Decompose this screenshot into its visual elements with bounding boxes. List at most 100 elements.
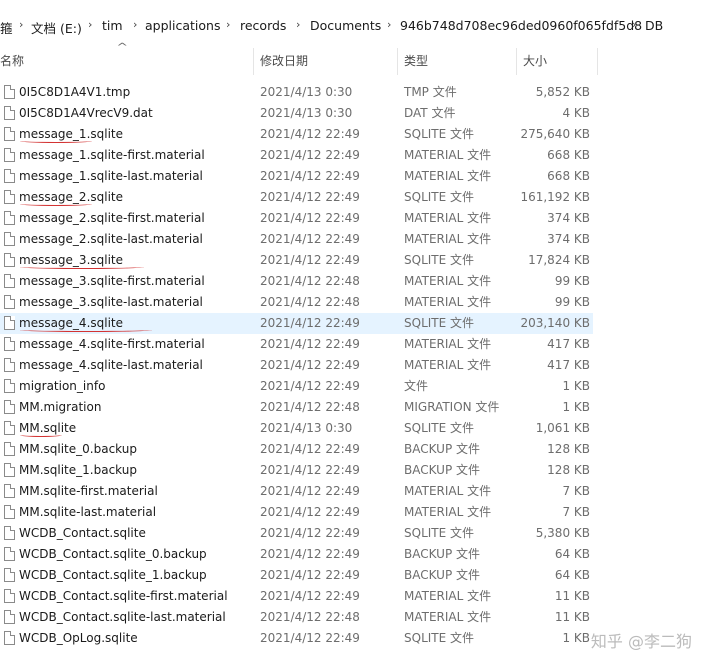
file-row[interactable]: message_2.sqlite-first.material 2021/4/12… xyxy=(0,208,593,229)
file-date: 2021/4/12 22:48 xyxy=(260,610,360,624)
column-header-type[interactable]: 类型 xyxy=(404,48,428,75)
chevron-right-icon: › xyxy=(226,18,231,31)
column-header-name[interactable]: 名称 xyxy=(0,48,24,75)
file-row[interactable]: message_4.sqlite-last.material 2021/4/12 … xyxy=(0,355,593,376)
file-name: WCDB_Contact.sqlite-first.material xyxy=(19,589,228,603)
file-icon xyxy=(4,400,15,414)
file-row[interactable]: message_1.sqlite-last.material 2021/4/12 … xyxy=(0,166,593,187)
file-date: 2021/4/12 22:49 xyxy=(260,148,360,162)
column-header-size[interactable]: 大小 xyxy=(523,48,547,75)
file-row[interactable]: message_2.sqlite-last.material 2021/4/12 … xyxy=(0,229,593,250)
file-icon xyxy=(4,337,15,351)
file-type: SQLITE 文件 xyxy=(404,190,475,204)
file-size: 1 KB xyxy=(562,400,590,414)
file-row[interactable]: MM.sqlite_0.backup 2021/4/12 22:49 BACKUP … xyxy=(0,439,593,460)
file-type: MATERIAL 文件 xyxy=(404,589,492,603)
file-row[interactable]: WCDB_Contact.sqlite-first.material 2021/4… xyxy=(0,586,593,607)
file-icon xyxy=(4,316,15,330)
file-name: MM.sqlite_0.backup xyxy=(19,442,137,456)
file-size: 417 KB xyxy=(547,358,590,372)
file-name: WCDB_OpLog.sqlite xyxy=(19,631,138,645)
file-name: message_4.sqlite-last.material xyxy=(19,358,203,372)
file-type: MATERIAL 文件 xyxy=(404,211,492,225)
breadcrumb-item-documents[interactable]: Documents xyxy=(310,18,381,33)
file-row[interactable]: message_4.sqlite 2021/4/12 22:49 SQLITE 文件… xyxy=(0,313,593,334)
breadcrumb-item-root[interactable]: 箍 xyxy=(0,18,13,37)
breadcrumb-item-folder-hash[interactable]: 946b748d708ec96ded0960f065fdf5d8 xyxy=(400,18,642,33)
file-icon xyxy=(4,190,15,204)
file-icon xyxy=(4,442,15,456)
column-divider[interactable] xyxy=(516,48,517,75)
file-date: 2021/4/12 22:49 xyxy=(260,589,360,603)
file-row[interactable]: 0I5C8D1A4VrecV9.dat 2021/4/13 0:30 DAT 文件 4… xyxy=(0,103,593,124)
file-icon xyxy=(4,106,15,120)
file-name: MM.sqlite-first.material xyxy=(19,484,158,498)
file-icon xyxy=(4,358,15,372)
chevron-right-icon: › xyxy=(632,18,637,31)
file-size: 1 KB xyxy=(562,379,590,393)
file-size: 161,192 KB xyxy=(520,190,590,204)
file-row[interactable]: message_3.sqlite-first.material 2021/4/12… xyxy=(0,271,593,292)
column-divider[interactable] xyxy=(253,48,254,75)
file-row[interactable]: WCDB_Contact.sqlite_1.backup 2021/4/12 22… xyxy=(0,565,593,586)
address-bar[interactable]: 箍 › 文档 (E:) › tim › applications › recor… xyxy=(0,0,714,50)
red-underline-annotation xyxy=(20,139,92,143)
file-size: 64 KB xyxy=(554,568,590,582)
file-row[interactable]: WCDB_Contact.sqlite-last.material 2021/4/… xyxy=(0,607,593,628)
file-size: 128 KB xyxy=(547,442,590,456)
file-row[interactable]: migration_info 2021/4/12 22:49 文件 1 KB xyxy=(0,376,593,397)
file-row[interactable]: message_4.sqlite-first.material 2021/4/12… xyxy=(0,334,593,355)
breadcrumb-item-db[interactable]: DB xyxy=(645,18,663,33)
file-date: 2021/4/12 22:49 xyxy=(260,127,360,141)
file-size: 11 KB xyxy=(554,610,590,624)
column-divider xyxy=(597,48,598,75)
file-row[interactable]: message_3.sqlite 2021/4/12 22:49 SQLITE 文件… xyxy=(0,250,593,271)
chevron-right-icon: › xyxy=(296,18,301,31)
file-row[interactable]: WCDB_Contact.sqlite_0.backup 2021/4/12 22… xyxy=(0,544,593,565)
file-row[interactable]: MM.sqlite 2021/4/13 0:30 SQLITE 文件 1,061 KB xyxy=(0,418,593,439)
file-type: SQLITE 文件 xyxy=(404,253,475,267)
file-date: 2021/4/12 22:49 xyxy=(260,169,360,183)
file-name: message_2.sqlite-first.material xyxy=(19,211,205,225)
file-date: 2021/4/12 22:49 xyxy=(260,442,360,456)
file-icon xyxy=(4,421,15,435)
file-size: 417 KB xyxy=(547,337,590,351)
file-date: 2021/4/12 22:49 xyxy=(260,547,360,561)
file-name: message_1.sqlite-last.material xyxy=(19,169,203,183)
file-icon xyxy=(4,211,15,225)
breadcrumb-item-records[interactable]: records xyxy=(240,18,286,33)
column-header-date[interactable]: 修改日期 xyxy=(260,48,308,75)
file-name: 0I5C8D1A4V1.tmp xyxy=(19,85,131,99)
file-row[interactable]: message_2.sqlite 2021/4/12 22:49 SQLITE 文件… xyxy=(0,187,593,208)
file-type: DAT 文件 xyxy=(404,106,456,120)
file-icon xyxy=(4,253,15,267)
red-underline-annotation xyxy=(20,202,92,206)
file-icon xyxy=(4,568,15,582)
file-type: TMP 文件 xyxy=(404,85,457,99)
file-row[interactable]: WCDB_OpLog.sqlite 2021/4/12 22:49 SQLITE 文… xyxy=(0,628,593,649)
file-name: MM.sqlite_1.backup xyxy=(19,463,137,477)
file-date: 2021/4/12 22:49 xyxy=(260,484,360,498)
file-row[interactable]: 0I5C8D1A4V1.tmp 2021/4/13 0:30 TMP 文件 5,852… xyxy=(0,82,593,103)
file-date: 2021/4/12 22:49 xyxy=(260,316,360,330)
file-row[interactable]: MM.sqlite-last.material 2021/4/12 22:49 MA… xyxy=(0,502,593,523)
red-underline-annotation xyxy=(20,265,144,269)
file-type: SQLITE 文件 xyxy=(404,127,475,141)
file-row[interactable]: WCDB_Contact.sqlite 2021/4/12 22:49 SQLITE… xyxy=(0,523,593,544)
column-divider[interactable] xyxy=(397,48,398,75)
file-row[interactable]: MM.sqlite_1.backup 2021/4/12 22:49 BACKUP … xyxy=(0,460,593,481)
breadcrumb-item-applications[interactable]: applications xyxy=(145,18,220,33)
file-date: 2021/4/12 22:49 xyxy=(260,568,360,582)
file-row[interactable]: MM.migration 2021/4/12 22:48 MIGRATION 文件 1… xyxy=(0,397,593,418)
file-icon xyxy=(4,295,15,309)
file-row[interactable]: message_1.sqlite 2021/4/12 22:49 SQLITE 文件… xyxy=(0,124,593,145)
breadcrumb-item-tim[interactable]: tim xyxy=(102,18,123,33)
red-underline-annotation xyxy=(20,328,152,332)
file-row[interactable]: MM.sqlite-first.material 2021/4/12 22:49 M… xyxy=(0,481,593,502)
file-row[interactable]: message_3.sqlite-last.material 2021/4/12 … xyxy=(0,292,593,313)
column-header: ^ 名称 修改日期 类型 大小 xyxy=(0,42,597,75)
file-date: 2021/4/12 22:49 xyxy=(260,232,360,246)
breadcrumb-item-drive[interactable]: 文档 (E:) xyxy=(31,18,82,37)
file-row[interactable]: message_1.sqlite-first.material 2021/4/12… xyxy=(0,145,593,166)
file-name: message_4.sqlite-first.material xyxy=(19,337,205,351)
